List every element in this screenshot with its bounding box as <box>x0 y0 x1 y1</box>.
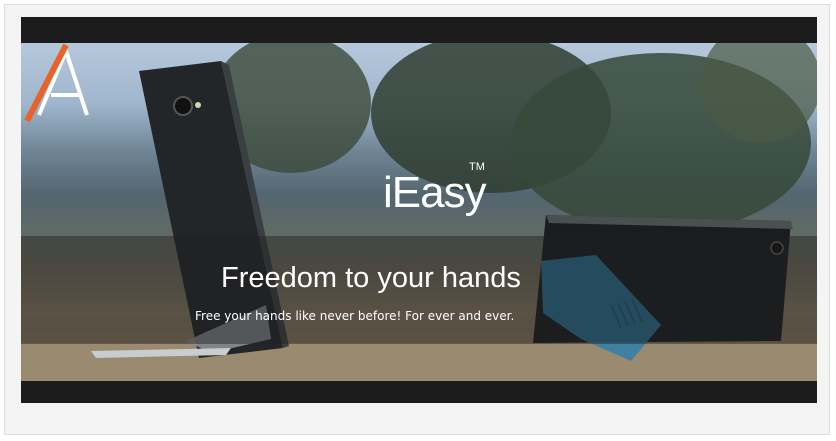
trademark-mark: TM <box>469 161 485 173</box>
hero-video[interactable]: iEasy TM Freedom to your hands Free your… <box>21 17 817 403</box>
banner-headline: Freedom to your hands <box>221 262 521 294</box>
banner-subheadline: Free your hands like never before! For e… <box>195 309 515 323</box>
brand-name: iEasy <box>383 168 487 217</box>
iEasy-logo-mark <box>24 43 89 123</box>
banner-card: iEasy TM Freedom to your hands Free your… <box>4 4 830 435</box>
hero-image: iEasy TM Freedom to your hands Free your… <box>21 43 817 381</box>
